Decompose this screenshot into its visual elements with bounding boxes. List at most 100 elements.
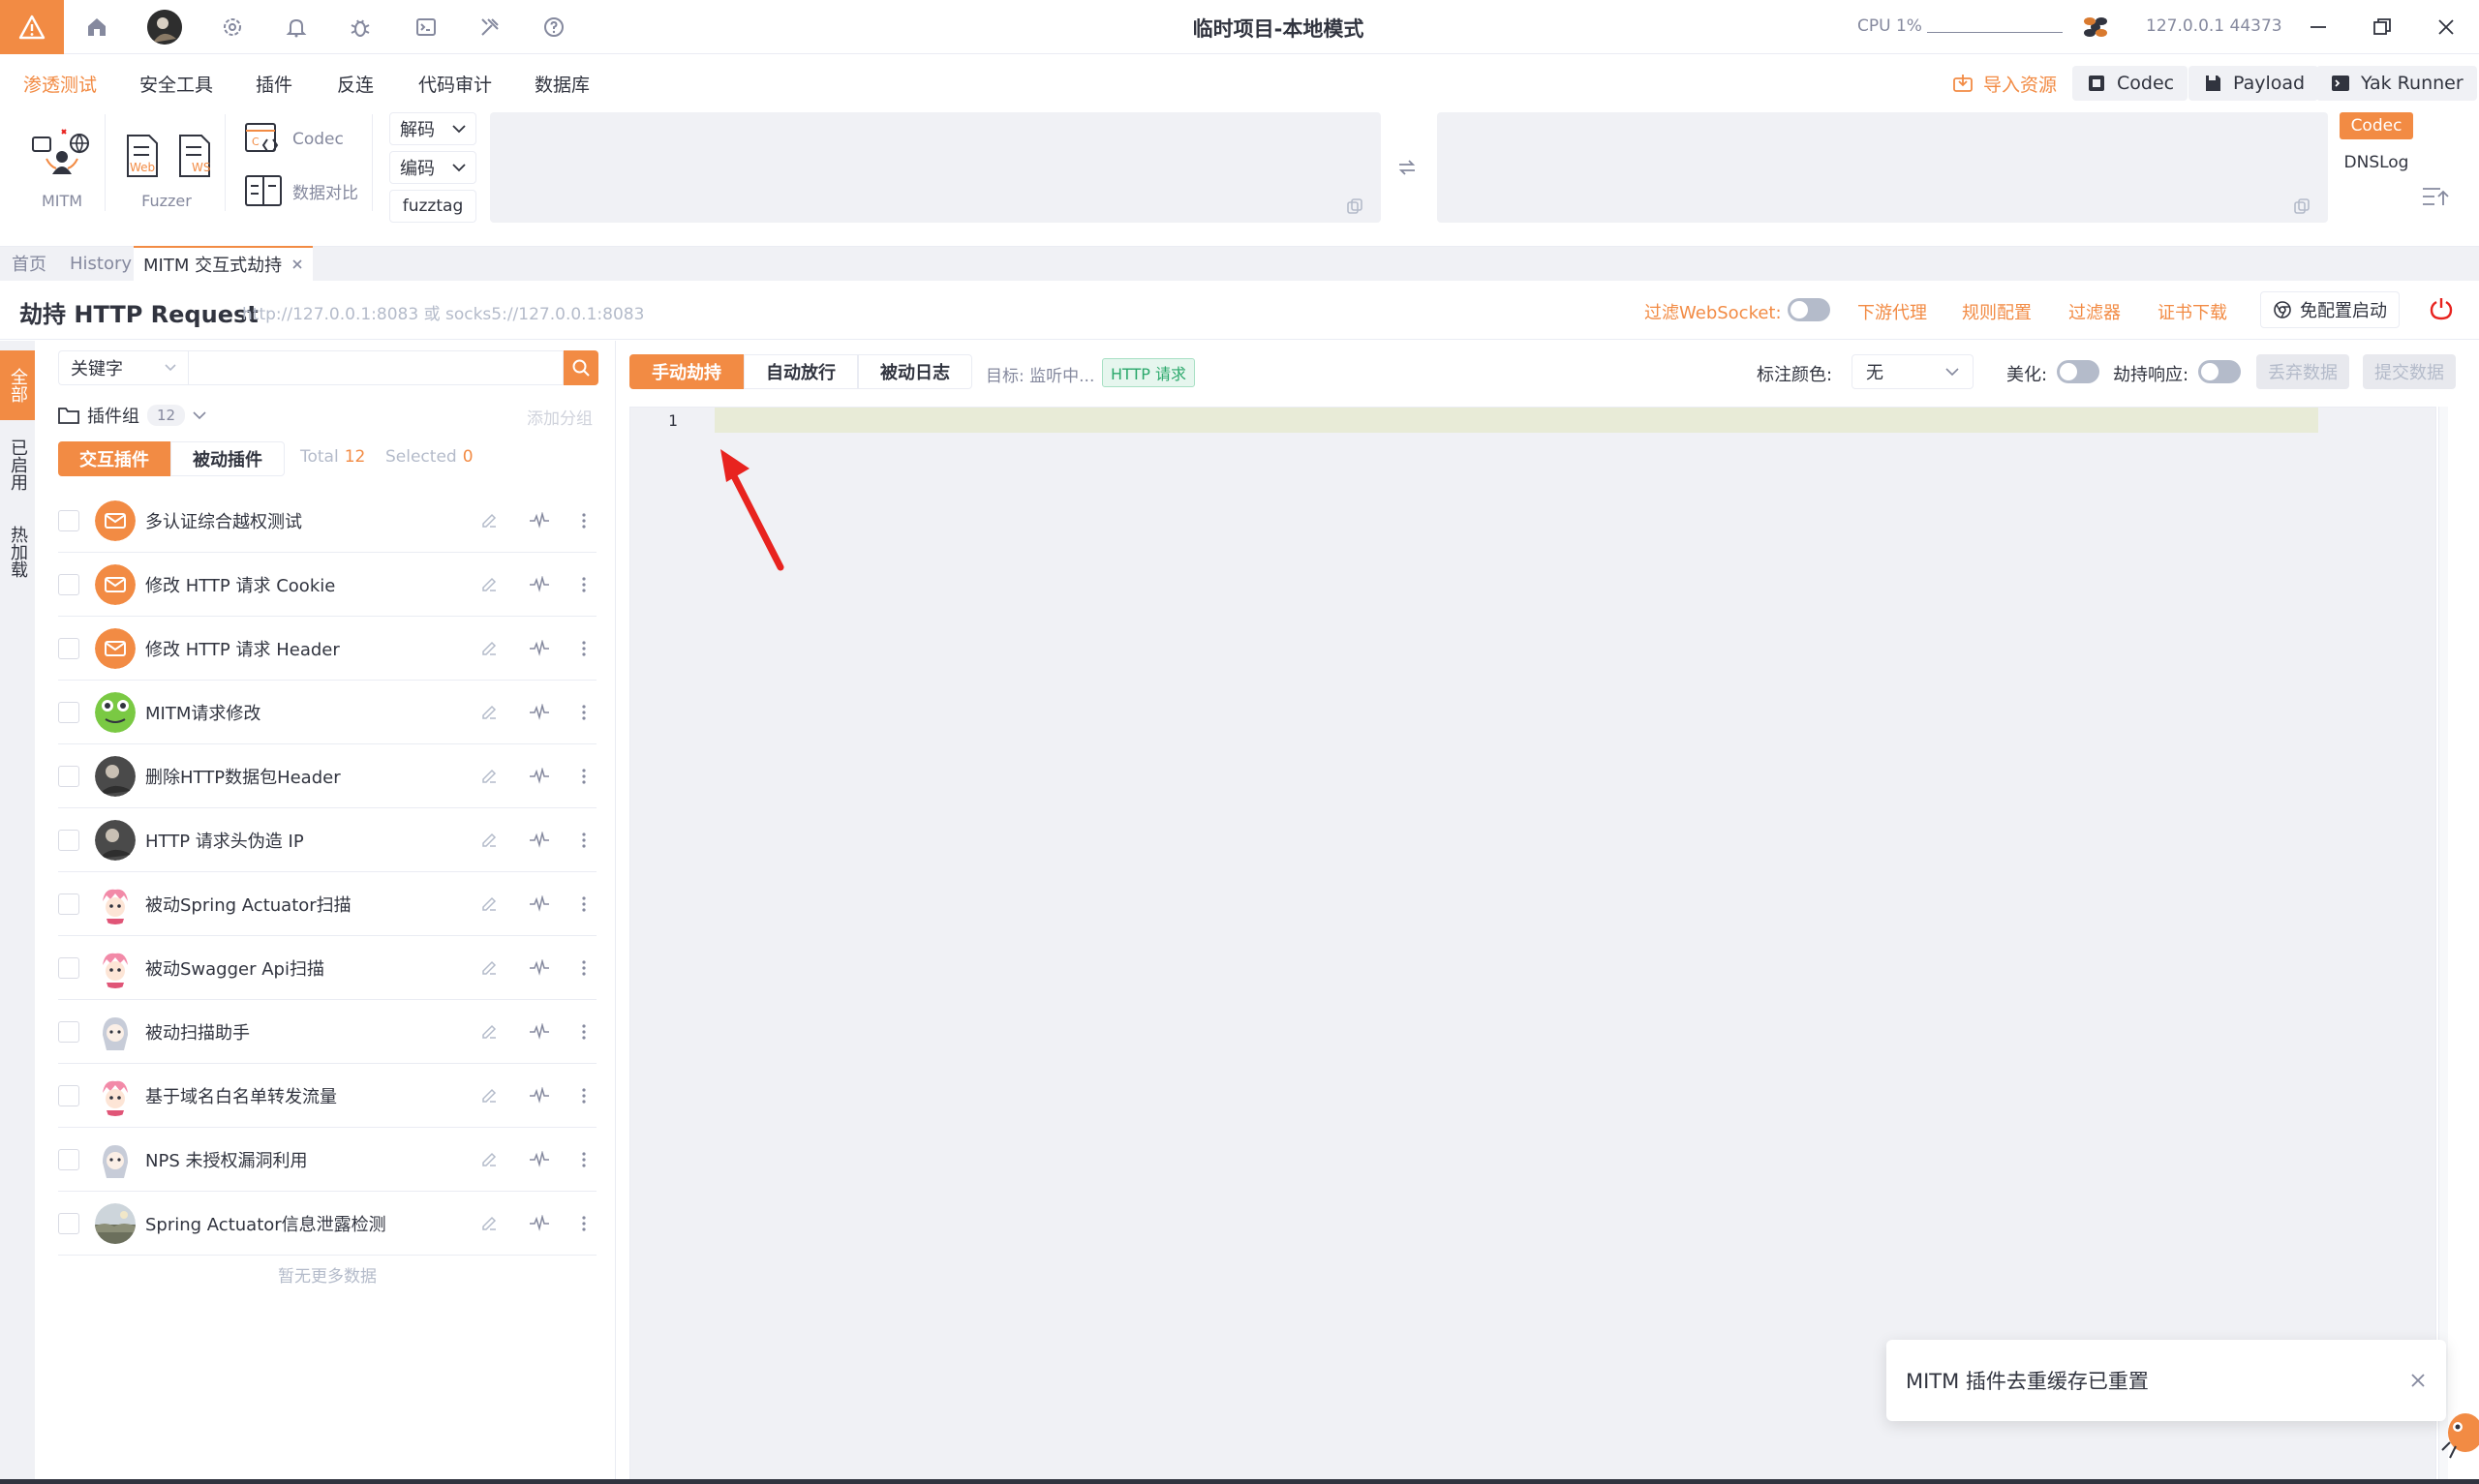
close-tab-icon[interactable] [291,258,303,270]
more-options-icon[interactable] [581,576,587,593]
more-options-icon[interactable] [581,768,587,785]
plugin-checkbox[interactable] [58,1148,79,1170]
edit-icon[interactable] [480,1151,498,1168]
vtab-all[interactable]: 全部 [0,350,35,420]
tab-interactive-plugins[interactable]: 交互插件 [58,441,170,476]
menu-security-tools[interactable]: 安全工具 [139,71,213,97]
tab-mitm-hijack[interactable]: MITM 交互式劫持 [134,246,314,281]
fuzztag-button[interactable]: fuzztag [389,190,476,223]
edit-icon[interactable] [480,512,498,530]
help-icon[interactable] [536,10,571,45]
engine-status-icon[interactable] [2080,12,2111,43]
activity-icon[interactable] [529,639,550,657]
settings-gear-icon[interactable] [215,10,250,45]
plugin-row[interactable]: MITM请求修改 [58,681,597,744]
edit-icon[interactable] [480,640,498,657]
codec-output-panel[interactable] [1437,112,2328,223]
activity-icon[interactable] [529,1214,550,1232]
add-group-link[interactable]: 添加分组 [527,405,593,429]
plugin-row[interactable]: Spring Actuator信息泄露检测 [58,1192,597,1256]
edit-icon[interactable] [480,959,498,977]
copy-icon[interactable] [1346,197,1363,215]
more-options-icon[interactable] [581,640,587,657]
edit-icon[interactable] [480,1023,498,1041]
plugin-row[interactable]: 修改 HTTP 请求 Cookie [58,553,597,617]
collapse-toolbar-icon[interactable] [2421,184,2450,209]
filter-websocket-toggle[interactable] [1788,298,1830,321]
edit-icon[interactable] [480,895,498,913]
warning-button[interactable] [0,0,64,54]
plugin-row[interactable]: 被动Spring Actuator扫描 [58,872,597,936]
tools-icon[interactable] [473,10,507,45]
keyword-select[interactable]: 关键字 [58,350,188,385]
edit-icon[interactable] [480,1087,498,1105]
search-button[interactable] [564,350,598,385]
vtab-enabled[interactable]: 已启用 [0,430,35,500]
edit-icon[interactable] [480,1215,498,1232]
plugin-checkbox[interactable] [58,637,79,659]
close-icon[interactable] [2409,1372,2427,1389]
menu-reverse-connect[interactable]: 反连 [337,71,374,97]
restore-icon[interactable] [2363,8,2402,46]
more-options-icon[interactable] [581,1087,587,1105]
activity-icon[interactable] [529,1086,550,1105]
more-options-icon[interactable] [581,512,587,530]
minimize-icon[interactable] [2299,8,2338,46]
import-resource-button[interactable]: 导入资源 [1939,66,2070,101]
data-compare-tool[interactable]: 数据对比 [244,174,358,207]
more-options-icon[interactable] [581,895,587,913]
request-editor[interactable] [629,407,2436,1484]
vtab-hot-reload[interactable]: 热加载 [0,517,35,587]
cert-download-link[interactable]: 证书下载 [2158,299,2227,324]
more-options-icon[interactable] [581,1023,587,1041]
plugin-group-selector[interactable]: 插件组 12 [58,403,206,428]
activity-icon[interactable] [529,1022,550,1041]
tab-history[interactable]: History [60,246,141,281]
activity-icon[interactable] [529,1150,550,1168]
user-avatar[interactable] [147,10,182,45]
downstream-proxy-link[interactable]: 下游代理 [1857,299,1927,324]
plugin-checkbox[interactable] [58,956,79,979]
plugin-row[interactable]: 修改 HTTP 请求 Header [58,617,597,681]
activity-icon[interactable] [529,703,550,721]
auto-release-button[interactable]: 自动放行 [744,354,858,389]
plugin-checkbox[interactable] [58,1084,79,1106]
decode-select[interactable]: 解码 [389,112,476,145]
swap-icon[interactable] [1396,157,1418,178]
edit-icon[interactable] [480,832,498,849]
plugin-row[interactable]: 被动扫描助手 [58,1000,597,1064]
more-options-icon[interactable] [581,1151,587,1168]
activity-icon[interactable] [529,767,550,785]
passive-log-button[interactable]: 被动日志 [858,354,972,389]
home-icon[interactable] [79,10,114,45]
bug-icon[interactable] [343,10,378,45]
menu-code-audit[interactable]: 代码审计 [418,71,492,97]
menu-plugins[interactable]: 插件 [256,71,292,97]
plugin-search-input[interactable] [188,350,564,385]
yak-runner-button[interactable]: Yak Runner [2316,66,2477,101]
hijack-response-toggle[interactable] [2198,360,2241,383]
plugin-row[interactable]: 基于域名白名单转发流量 [58,1064,597,1128]
editor-scrollbar[interactable] [2438,407,2448,1484]
filter-link[interactable]: 过滤器 [2068,299,2121,324]
activity-icon[interactable] [529,894,550,913]
power-stop-icon[interactable] [2429,296,2454,321]
plugin-checkbox[interactable] [58,829,79,851]
manual-hijack-button[interactable]: 手动劫持 [629,354,744,389]
copy-icon[interactable] [2293,197,2311,215]
more-options-icon[interactable] [581,959,587,977]
tab-passive-plugins[interactable]: 被动插件 [170,441,285,476]
codec-tool[interactable]: C Codec [244,122,344,157]
beautify-toggle[interactable] [2057,360,2099,383]
activity-icon[interactable] [529,511,550,530]
activity-icon[interactable] [529,831,550,849]
edit-icon[interactable] [480,576,498,593]
edit-icon[interactable] [480,704,498,721]
payload-button[interactable]: Payload [2188,66,2319,101]
plugin-row[interactable]: 删除HTTP数据包Header [58,744,597,808]
plugin-checkbox[interactable] [58,701,79,723]
menu-database[interactable]: 数据库 [535,71,590,97]
activity-icon[interactable] [529,958,550,977]
codec-input-panel[interactable] [490,112,1381,223]
close-window-icon[interactable] [2427,8,2465,46]
